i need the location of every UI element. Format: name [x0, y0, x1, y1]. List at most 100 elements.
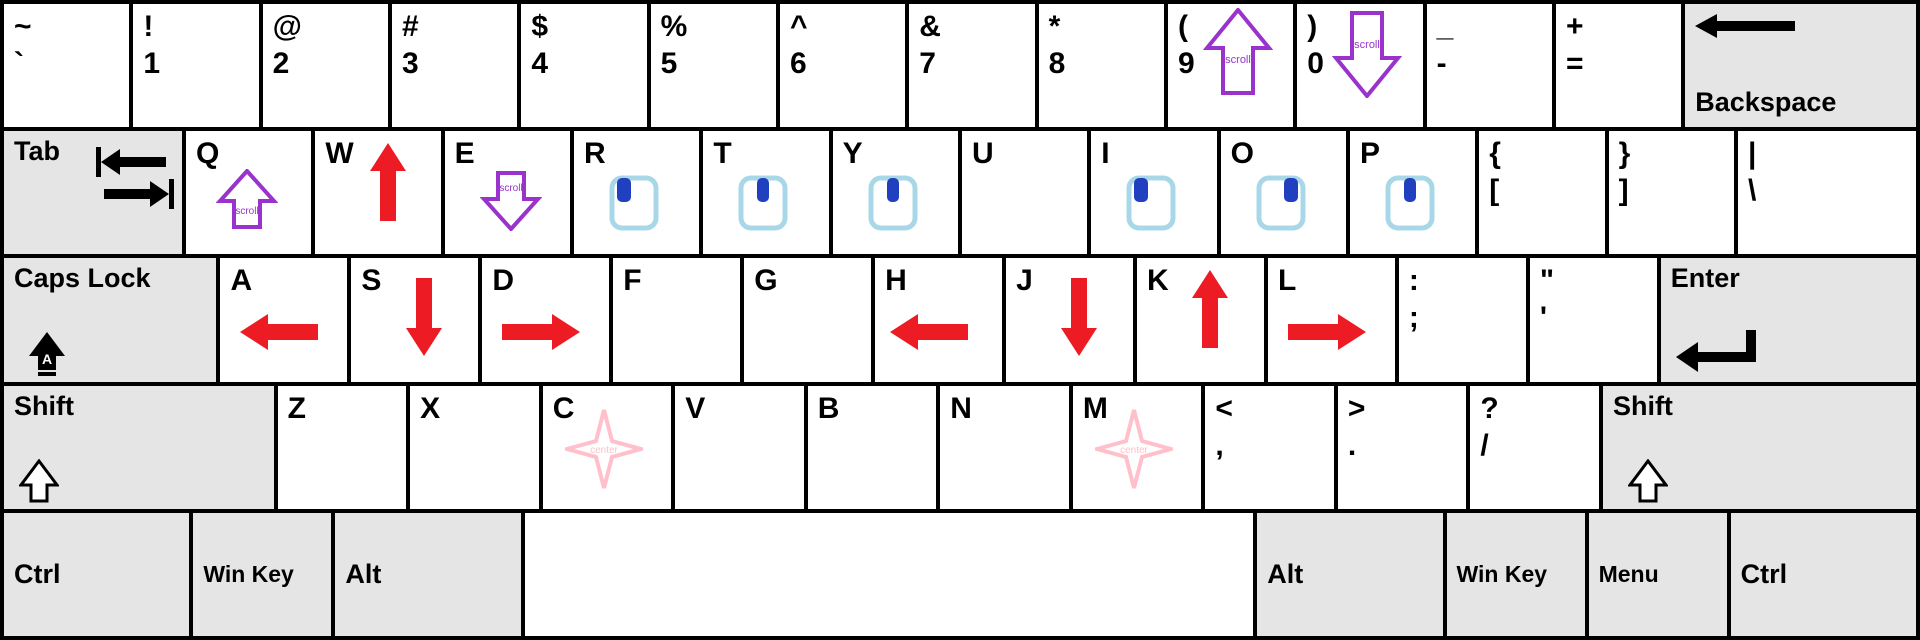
key-3[interactable]: # 3 [390, 2, 519, 129]
key-n[interactable]: N [938, 384, 1071, 511]
scroll-down-icon: scroll [1332, 8, 1402, 98]
key-f[interactable]: F [611, 256, 742, 383]
key-2[interactable]: @ 2 [261, 2, 390, 129]
key-left-bracket[interactable]: { [ [1477, 129, 1606, 256]
mouse-middle-click-icon [1385, 175, 1435, 231]
scroll-down-icon: scroll [480, 169, 542, 231]
key-backtick[interactable]: ~ ` [2, 2, 131, 129]
key-v[interactable]: V [673, 384, 806, 511]
key-t[interactable]: T [701, 129, 830, 256]
arrow-right-icon [1288, 314, 1366, 350]
key-o[interactable]: O [1219, 129, 1348, 256]
ctrl-label: Ctrl [1741, 560, 1788, 590]
key-a[interactable]: A [218, 256, 349, 383]
key-1[interactable]: ! 1 [131, 2, 260, 129]
key-tab[interactable]: Tab [2, 129, 184, 256]
svg-text:scroll: scroll [499, 183, 522, 194]
svg-text:scroll: scroll [1354, 39, 1380, 51]
key-left-alt[interactable]: Alt [333, 511, 522, 638]
key-backslash[interactable]: | \ [1736, 129, 1918, 256]
key-7[interactable]: & 7 [907, 2, 1036, 129]
key-semicolon[interactable]: : ; [1397, 256, 1528, 383]
key-right-ctrl[interactable]: Ctrl [1729, 511, 1918, 638]
key-caps-lock[interactable]: Caps Lock A [2, 256, 218, 383]
svg-text:center: center [1120, 445, 1148, 456]
key-left-win[interactable]: Win Key [191, 511, 333, 638]
key-0[interactable]: ) 0 scroll [1295, 2, 1424, 129]
arrow-up-icon [370, 143, 406, 221]
key-4[interactable]: $ 4 [519, 2, 648, 129]
key-c[interactable]: C center [541, 384, 674, 511]
row-2: Tab Q scroll W [2, 129, 1918, 256]
key-quote[interactable]: " ' [1528, 256, 1659, 383]
key-dash[interactable]: _ - [1425, 2, 1554, 129]
caps-lock-icon: A [29, 332, 65, 376]
key-lower: ` [14, 47, 24, 80]
key-j[interactable]: J [1004, 256, 1135, 383]
key-left-ctrl[interactable]: Ctrl [2, 511, 191, 638]
key-e[interactable]: E scroll [443, 129, 572, 256]
arrow-right-icon [502, 314, 580, 350]
key-b[interactable]: B [806, 384, 939, 511]
ctrl-label: Ctrl [14, 560, 61, 590]
key-u[interactable]: U [960, 129, 1089, 256]
key-s[interactable]: S [349, 256, 480, 383]
svg-text:A: A [42, 351, 52, 367]
scroll-up-icon: scroll [216, 169, 278, 231]
key-right-bracket[interactable]: } ] [1607, 129, 1736, 256]
key-i[interactable]: I [1089, 129, 1218, 256]
key-y[interactable]: Y [831, 129, 960, 256]
key-right-shift[interactable]: Shift [1601, 384, 1918, 511]
caps-label: Caps Lock [14, 264, 151, 294]
key-space[interactable] [523, 511, 1256, 638]
svg-text:scroll: scroll [235, 206, 258, 217]
key-z[interactable]: Z [276, 384, 409, 511]
tab-label: Tab [14, 137, 60, 167]
key-slash[interactable]: ? / [1468, 384, 1601, 511]
key-d[interactable]: D [480, 256, 611, 383]
arrow-left-icon [240, 314, 318, 350]
key-w[interactable]: W [313, 129, 442, 256]
key-m[interactable]: M center [1071, 384, 1204, 511]
menu-label: Menu [1599, 562, 1659, 587]
alt-label: Alt [345, 560, 381, 590]
center-star-icon: center [1095, 408, 1173, 490]
win-label: Win Key [203, 561, 294, 589]
shift-label: Shift [14, 392, 74, 422]
key-6[interactable]: ^ 6 [778, 2, 907, 129]
key-5[interactable]: % 5 [649, 2, 778, 129]
key-l[interactable]: L [1266, 256, 1397, 383]
mouse-middle-click-icon [868, 175, 918, 231]
key-right-win[interactable]: Win Key [1445, 511, 1587, 638]
key-g[interactable]: G [742, 256, 873, 383]
center-star-icon: center [565, 408, 643, 490]
key-left-shift[interactable]: Shift [2, 384, 276, 511]
arrow-down-icon [406, 278, 442, 356]
key-comma[interactable]: < , [1203, 384, 1336, 511]
shift-up-icon [19, 459, 59, 503]
win-label: Win Key [1457, 561, 1548, 589]
key-q[interactable]: Q scroll [184, 129, 313, 256]
key-menu[interactable]: Menu [1587, 511, 1729, 638]
key-k[interactable]: K [1135, 256, 1266, 383]
svg-text:scroll: scroll [1225, 54, 1251, 66]
mouse-middle-click-icon [738, 175, 788, 231]
key-p[interactable]: P [1348, 129, 1477, 256]
backspace-arrow-icon [1695, 12, 1795, 40]
row-3: Caps Lock A A S D F G [2, 256, 1918, 383]
key-period[interactable]: > . [1336, 384, 1469, 511]
arrow-left-icon [890, 314, 968, 350]
key-equals[interactable]: + = [1554, 2, 1683, 129]
key-backspace[interactable]: Backspace [1683, 2, 1918, 129]
key-r[interactable]: R [572, 129, 701, 256]
row-5: Ctrl Win Key Alt Alt Win Key Menu Ctrl [2, 511, 1918, 638]
scroll-up-icon: scroll [1203, 8, 1273, 98]
key-h[interactable]: H [873, 256, 1004, 383]
key-9[interactable]: ( 9 scroll [1166, 2, 1295, 129]
key-enter[interactable]: Enter [1659, 256, 1918, 383]
row-1: ~ ` ! 1 @ 2 # 3 $ 4 % 5 ^ 6 & 7 [2, 2, 1918, 129]
row-4: Shift Z X C center V B N [2, 384, 1918, 511]
key-8[interactable]: * 8 [1037, 2, 1166, 129]
key-right-alt[interactable]: Alt [1255, 511, 1444, 638]
key-x[interactable]: X [408, 384, 541, 511]
